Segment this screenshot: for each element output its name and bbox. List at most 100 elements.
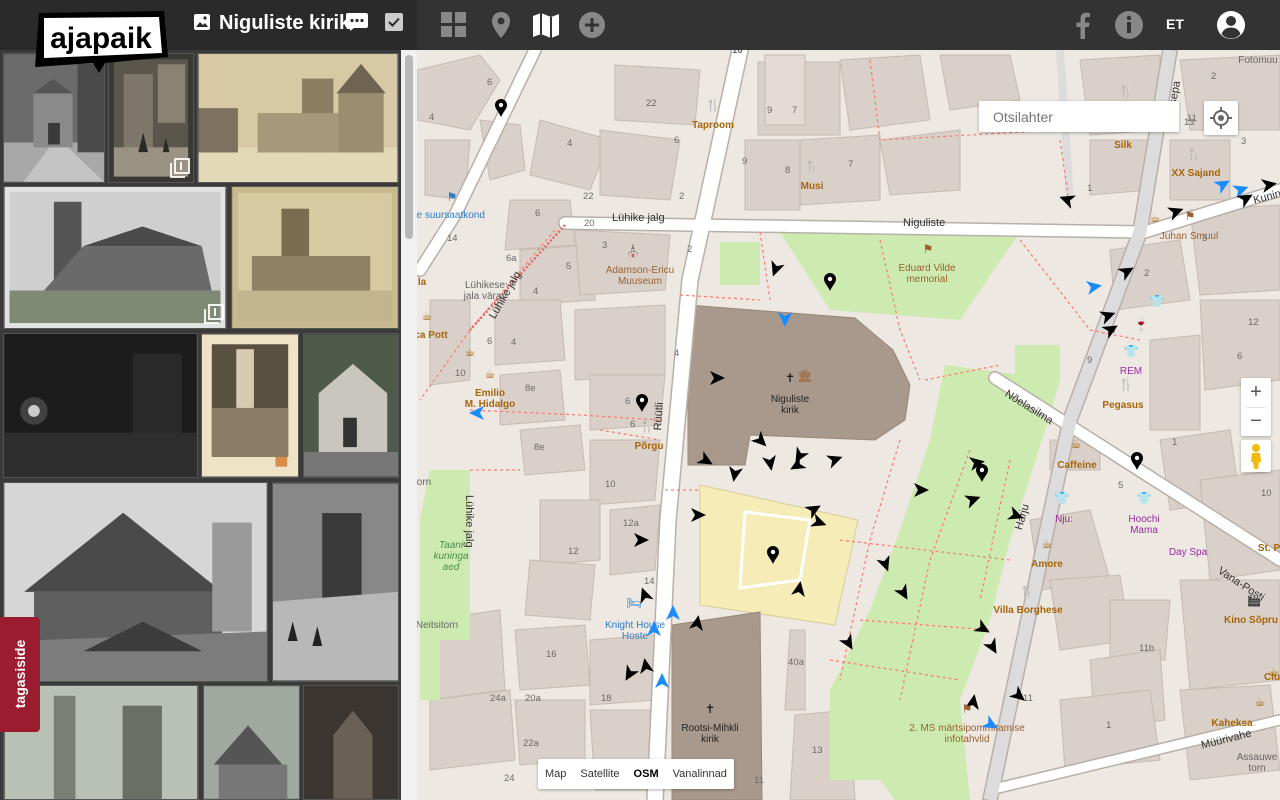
photo-direction-arrow[interactable] [1098,306,1118,325]
photo-direction-arrow[interactable] [727,465,743,483]
top-bar: Niguliste kirik ET [0,0,1280,50]
zoom-out-button[interactable]: − [1241,407,1271,436]
photo-direction-arrow[interactable] [876,554,894,574]
more-options-icon[interactable] [346,13,368,31]
poi-symbol-icon: ☕ [1269,665,1280,679]
photo-thumbnail[interactable] [272,482,399,682]
language-switch[interactable]: ET [1166,16,1184,32]
photo-direction-arrow[interactable] [893,583,914,603]
add-photo-icon[interactable] [577,10,607,40]
poi-symbol-icon: ⚑ [447,190,458,204]
map-type-map[interactable]: Map [538,759,573,789]
rephoto-direction-arrow[interactable] [647,621,661,636]
rephoto-direction-arrow[interactable] [655,673,669,688]
scrollbar-handle[interactable] [405,55,413,239]
photo-pin-marker[interactable] [976,464,988,482]
photo-direction-arrow[interactable] [634,533,649,547]
rephoto-direction-arrow[interactable] [469,406,484,420]
photo-thumbnail[interactable] [201,333,299,478]
photo-direction-arrow[interactable] [982,637,1003,657]
location-pin-icon[interactable] [486,10,516,40]
photo-direction-arrow[interactable] [914,483,929,497]
map-type-vanalinnad[interactable]: Vanalinnad [666,759,734,789]
rephoto-direction-arrow[interactable] [1085,279,1103,295]
photo-pin-marker[interactable] [767,546,779,564]
my-location-button[interactable] [1204,101,1238,135]
photo-pin-marker[interactable] [1131,452,1143,470]
photo-direction-arrow[interactable] [791,580,807,598]
photo-thumbnail[interactable] [203,685,300,800]
photo-pin-marker[interactable] [824,273,836,291]
photo-direction-arrow[interactable] [1166,202,1186,221]
photo-thumbnail[interactable] [231,186,399,329]
poi-symbol-icon: ☕ [485,367,496,381]
photo-pin-dot [639,397,645,403]
poi-symbol-icon: 👕 [1055,491,1070,505]
poi-symbol-icon: ☕ [1071,437,1082,451]
poi-symbol-icon: 🎬 [1247,593,1262,607]
rephoto-direction-arrow[interactable] [666,605,680,620]
facebook-icon[interactable] [1068,10,1098,40]
map-type-satellite[interactable]: Satellite [573,759,626,789]
photo-thumbnail[interactable] [3,333,198,478]
poi-symbol-icon: ☕ [422,309,433,323]
photo-pin-marker[interactable] [636,394,648,412]
photo-thumbnail[interactable] [303,333,399,478]
photo-thumbnail[interactable] [3,482,268,682]
photo-direction-arrow[interactable] [1260,177,1278,193]
photo-direction-arrow[interactable] [750,430,772,452]
photo-direction-arrow[interactable] [1117,261,1137,282]
image-icon [194,14,210,30]
photo-direction-arrow[interactable] [1057,190,1077,209]
ajapaik-logo[interactable]: ajapaik [35,11,168,73]
poi-symbol-icon: ⚑ [962,702,973,716]
photo-pin-dot [498,102,504,108]
grid-view-icon[interactable] [439,10,469,40]
photo-direction-arrow[interactable] [973,618,993,639]
photo-direction-arrow[interactable] [963,490,983,509]
photo-direction-arrow[interactable] [838,633,859,653]
photo-direction-arrow[interactable] [766,259,785,279]
rephoto-direction-arrow[interactable] [1213,174,1233,195]
photo-direction-arrow[interactable] [638,657,654,675]
rephoto-direction-arrow[interactable] [981,714,1001,735]
photo-thumbnail[interactable] [197,53,399,183]
photo-pin-dot [979,467,985,473]
photo-pin-dot [1134,455,1140,461]
crosshair-icon [1210,107,1232,129]
feedback-button[interactable]: tagasiside [0,617,40,732]
poi-symbol-icon: 🍷 [1134,317,1149,331]
photo-direction-arrow[interactable] [710,371,725,385]
photo-direction-arrow[interactable] [689,614,705,632]
photo-direction-arrow[interactable] [1008,685,1029,706]
checkbox-icon[interactable] [385,13,403,31]
map-type-osm[interactable]: OSM [627,759,666,789]
multiple-photos-icon [170,158,190,178]
poi-symbol-icon: ⛪ [626,243,641,258]
rephoto-direction-arrow[interactable] [778,312,792,327]
photo-direction-arrow[interactable] [804,499,824,520]
sidebar-scrollbar[interactable] [401,50,417,800]
photo-pin-marker[interactable] [495,99,507,117]
user-account-icon[interactable] [1216,10,1246,40]
photo-direction-arrow[interactable] [1006,506,1026,524]
location-search-input[interactable] [979,101,1179,132]
photo-thumbnail[interactable] [303,685,399,800]
logo-text: ajapaik [50,22,152,55]
map-icon[interactable] [531,10,561,40]
photo-direction-arrow[interactable] [762,454,778,472]
photo-direction-arrow[interactable] [691,508,706,522]
photo-direction-arrow[interactable] [696,450,716,471]
info-icon[interactable] [1114,10,1144,40]
zoom-in-button[interactable]: + [1241,378,1271,407]
poi-symbol-icon: ⚑ [923,242,934,256]
map-view[interactable]: Lühike jalg Niguliste Lühike jalg Lühike… [417,50,1280,800]
poi-symbol-icon: 🍴 [805,159,820,173]
poi-symbol-icon: ⚑ [1185,209,1196,223]
photo-thumbnail[interactable] [3,186,227,329]
photo-direction-arrow[interactable] [619,664,640,684]
photo-direction-arrow[interactable] [825,450,845,469]
pegman-icon [1251,444,1261,469]
map-type-switcher: Map Satellite OSM Vanalinnad [538,759,734,789]
street-view-pegman[interactable] [1241,440,1271,472]
